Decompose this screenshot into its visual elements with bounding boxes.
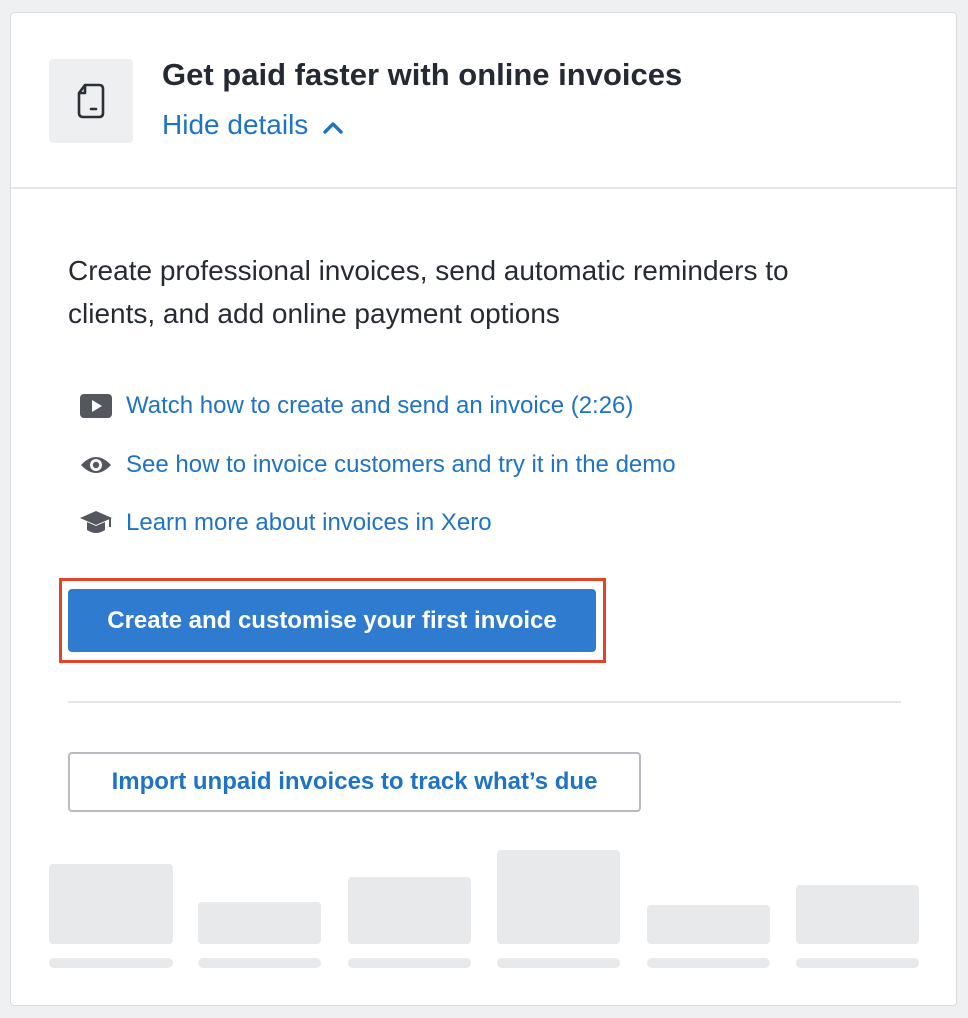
video-play-icon	[78, 391, 114, 421]
create-first-invoice-button[interactable]: Create and customise your first invoice	[68, 589, 596, 652]
demo-label: See how to invoice customers and try it …	[126, 451, 676, 478]
placeholder-bar	[49, 958, 173, 968]
learn-more-label: Learn more about invoices in Xero	[126, 509, 492, 536]
placeholder-block	[348, 877, 471, 944]
placeholder-block	[497, 850, 620, 944]
placeholder-block	[198, 902, 321, 944]
learn-more-link[interactable]: Learn more about invoices in Xero	[78, 508, 492, 538]
placeholder-bar	[796, 958, 919, 968]
import-unpaid-invoices-button[interactable]: Import unpaid invoices to track what’s d…	[68, 752, 641, 812]
graduation-cap-icon	[78, 508, 114, 538]
description-text: Create professional invoices, send autom…	[68, 255, 789, 329]
watch-video-label: Watch how to create and send an invoice …	[126, 392, 634, 419]
placeholder-bar	[497, 958, 620, 968]
hide-details-label: Hide details	[162, 109, 309, 140]
placeholder-bar	[198, 958, 321, 968]
invoices-setup-card: Get paid faster with online invoices Hid…	[10, 12, 957, 1006]
document-icon	[49, 59, 133, 143]
placeholder-block	[647, 905, 770, 944]
placeholder-block	[49, 864, 173, 944]
placeholder-block	[796, 885, 919, 944]
demo-link[interactable]: See how to invoice customers and try it …	[78, 450, 676, 480]
chevron-up-icon	[322, 109, 344, 141]
card-title: Get paid faster with online invoices	[162, 57, 683, 92]
watch-video-link[interactable]: Watch how to create and send an invoice …	[78, 391, 633, 421]
hide-details-toggle[interactable]: Hide details	[162, 109, 344, 141]
placeholder-bar	[348, 958, 471, 968]
eye-icon	[78, 450, 114, 480]
placeholder-bar	[647, 958, 770, 968]
section-divider	[68, 701, 901, 703]
card-header: Get paid faster with online invoices Hid…	[11, 13, 956, 189]
